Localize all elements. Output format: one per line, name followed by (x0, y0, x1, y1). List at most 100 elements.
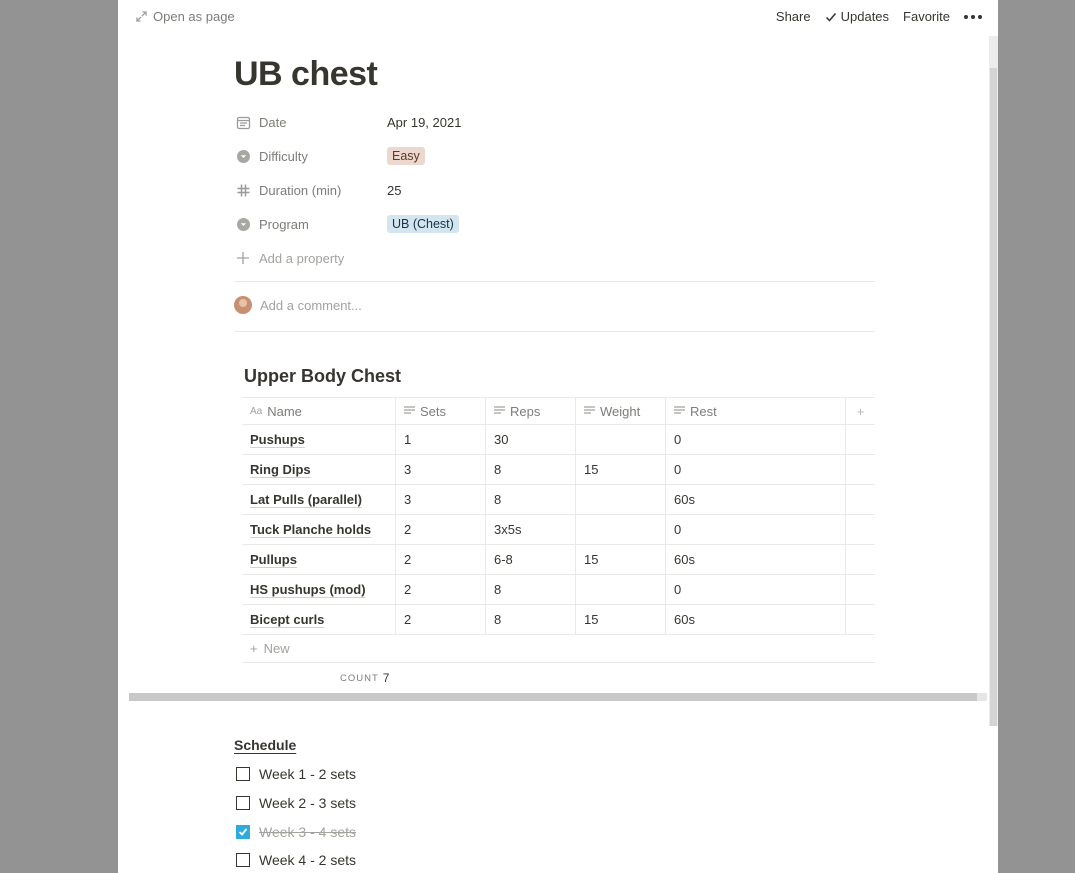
column-header-name[interactable]: Aa Name (242, 398, 396, 424)
text-property-icon (494, 406, 505, 416)
property-name: Difficulty (234, 147, 387, 165)
cell-rest[interactable]: 0 (666, 515, 846, 544)
add-column-icon[interactable]: + (846, 398, 875, 424)
table-row[interactable]: Tuck Planche holds 2 3x5s 0 (242, 515, 875, 545)
cell-value: 0 (674, 582, 682, 597)
cell-reps[interactable]: 30 (486, 425, 576, 454)
property-program[interactable]: Program UB (Chest) (234, 210, 874, 238)
cell-sets[interactable]: 3 (396, 455, 486, 484)
column-header-sets[interactable]: Sets (396, 398, 486, 424)
cell-weight[interactable] (576, 515, 666, 544)
cell-value: 60s (674, 552, 695, 567)
property-label: Program (259, 216, 309, 232)
cell-weight[interactable]: 15 (576, 545, 666, 574)
property-name: Program (234, 215, 387, 233)
database-title[interactable]: Upper Body Chest (244, 366, 401, 387)
add-property-button[interactable]: Add a property (234, 244, 874, 272)
cell-reps[interactable]: 8 (486, 485, 576, 514)
cell-reps[interactable]: 8 (486, 575, 576, 604)
text-property-icon (404, 406, 415, 416)
cell-name[interactable]: Bicept curls (242, 605, 396, 634)
cell-sets[interactable]: 2 (396, 545, 486, 574)
column-header-rest[interactable]: Rest (666, 398, 846, 424)
checkbox-checked[interactable] (236, 825, 250, 839)
property-value[interactable]: Apr 19, 2021 (387, 115, 461, 130)
cell-name[interactable]: Lat Pulls (parallel) (242, 485, 396, 514)
cell-weight[interactable] (576, 425, 666, 454)
todo-item[interactable]: Week 1 - 2 sets (236, 762, 356, 786)
todo-label: Week 4 - 2 sets (259, 852, 357, 868)
property-value[interactable]: UB (Chest) (387, 215, 459, 233)
table-row[interactable]: HS pushups (mod) 2 8 0 (242, 575, 875, 605)
cell-reps[interactable]: 3x5s (486, 515, 576, 544)
divider (234, 331, 875, 332)
share-button[interactable]: Share (776, 9, 811, 24)
cell-name[interactable]: Tuck Planche holds (242, 515, 396, 544)
cell-name[interactable]: Ring Dips (242, 455, 396, 484)
difficulty-tag[interactable]: Easy (387, 147, 425, 165)
favorite-button[interactable]: Favorite (903, 9, 950, 24)
schedule-heading[interactable]: Schedule (234, 737, 296, 753)
plus-icon (234, 251, 252, 265)
cell-weight[interactable]: 15 (576, 605, 666, 634)
cell-rest[interactable]: 0 (666, 425, 846, 454)
todo-item[interactable]: Week 2 - 3 sets (236, 791, 356, 815)
page-modal: Open as page Share Updates Favorite UB c… (118, 0, 998, 873)
cell-reps[interactable]: 8 (486, 455, 576, 484)
table-row[interactable]: Bicept curls 2 8 15 60s (242, 605, 875, 635)
checkbox[interactable] (236, 796, 250, 810)
property-difficulty[interactable]: Difficulty Easy (234, 142, 874, 170)
column-header-weight[interactable]: Weight (576, 398, 666, 424)
cell-value: 2 (404, 612, 412, 627)
cell-rest[interactable]: 0 (666, 455, 846, 484)
cell-rest[interactable]: 60s (666, 485, 846, 514)
scrollbar-thumb[interactable] (990, 68, 997, 726)
updates-button[interactable]: Updates (825, 9, 889, 24)
cell-sets[interactable]: 2 (396, 575, 486, 604)
checkbox[interactable] (236, 767, 250, 781)
vertical-scrollbar[interactable] (989, 36, 998, 726)
cell-name[interactable]: HS pushups (mod) (242, 575, 396, 604)
cell-weight[interactable] (576, 485, 666, 514)
property-date[interactable]: Date Apr 19, 2021 (234, 108, 874, 136)
more-options-icon[interactable] (964, 14, 982, 19)
expand-icon (136, 11, 147, 22)
cell-rest[interactable]: 60s (666, 605, 846, 634)
horizontal-scrollbar[interactable] (129, 693, 987, 701)
cell-value: 8 (494, 462, 502, 477)
cell-value: 2 (404, 582, 412, 597)
new-row-button[interactable]: + New (242, 635, 875, 663)
page-title[interactable]: UB chest (234, 55, 378, 94)
table-row[interactable]: Pushups 1 30 0 (242, 425, 875, 455)
cell-reps[interactable]: 8 (486, 605, 576, 634)
property-duration[interactable]: Duration (min) 25 (234, 176, 874, 204)
cell-name[interactable]: Pullups (242, 545, 396, 574)
count-label: COUNT (340, 672, 379, 684)
table-row[interactable]: Lat Pulls (parallel) 3 8 60s (242, 485, 875, 515)
cell-weight[interactable]: 15 (576, 455, 666, 484)
count-footer[interactable]: COUNT 7 (242, 663, 875, 693)
property-name: Duration (min) (234, 181, 387, 199)
todo-item[interactable]: Week 4 - 2 sets (236, 848, 356, 872)
cell-sets[interactable]: 3 (396, 485, 486, 514)
column-header-reps[interactable]: Reps (486, 398, 576, 424)
todo-item[interactable]: Week 3 - 4 sets (236, 820, 356, 844)
cell-value: 2 (404, 522, 412, 537)
cell-sets[interactable]: 1 (396, 425, 486, 454)
cell-sets[interactable]: 2 (396, 605, 486, 634)
table-row[interactable]: Ring Dips 3 8 15 0 (242, 455, 875, 485)
cell-rest[interactable]: 0 (666, 575, 846, 604)
program-tag[interactable]: UB (Chest) (387, 215, 459, 233)
table-row[interactable]: Pullups 2 6-8 15 60s (242, 545, 875, 575)
property-value[interactable]: Easy (387, 147, 425, 165)
cell-rest[interactable]: 60s (666, 545, 846, 574)
cell-weight[interactable] (576, 575, 666, 604)
cell-reps[interactable]: 6-8 (486, 545, 576, 574)
property-value[interactable]: 25 (387, 183, 401, 198)
comment-input[interactable]: Add a comment... (234, 296, 362, 314)
checkbox[interactable] (236, 853, 250, 867)
cell-name[interactable]: Pushups (242, 425, 396, 454)
check-icon (238, 828, 248, 836)
open-as-page-button[interactable]: Open as page (136, 9, 235, 24)
cell-sets[interactable]: 2 (396, 515, 486, 544)
